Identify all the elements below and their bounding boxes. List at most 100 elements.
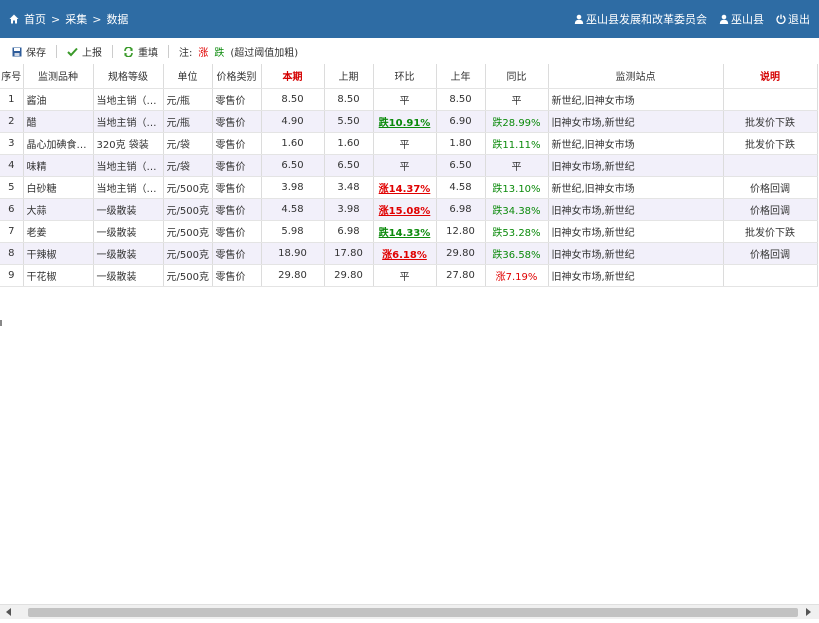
breadcrumb-collect[interactable]: 采集 <box>65 11 87 27</box>
cell-seq[interactable]: 6 <box>0 198 24 221</box>
cell-last-year[interactable]: 4.58 <box>436 176 486 199</box>
cell-spec[interactable]: 当地主销（… <box>93 176 164 199</box>
cell-mom[interactable]: 平 <box>373 154 437 177</box>
cell-note[interactable] <box>723 264 818 287</box>
cell-unit[interactable]: 元/500克 <box>163 176 213 199</box>
cell-seq[interactable]: 9 <box>0 264 24 287</box>
cell-note[interactable]: 批发价下跌 <box>723 220 818 243</box>
cell-unit[interactable]: 元/袋 <box>163 132 213 155</box>
col-header-spec[interactable]: 规格等级 <box>93 64 164 89</box>
cell-yoy[interactable]: 跌28.99% <box>485 110 549 133</box>
col-header-note[interactable]: 说明 <box>723 64 818 89</box>
cell-item[interactable]: 干辣椒 <box>23 242 94 265</box>
col-header-item[interactable]: 监测品种 <box>23 64 94 89</box>
cell-sites[interactable]: 新世纪,旧神女市场 <box>548 132 724 155</box>
cell-previous[interactable]: 5.50 <box>324 110 374 133</box>
scroll-right-arrow-icon[interactable] <box>806 608 811 616</box>
cell-price-type[interactable]: 零售价 <box>212 264 262 287</box>
cell-unit[interactable]: 元/500克 <box>163 264 213 287</box>
cell-current[interactable]: 5.98 <box>261 220 325 243</box>
cell-note[interactable]: 价格回调 <box>723 198 818 221</box>
report-button[interactable]: 上报 <box>63 43 106 61</box>
cell-sites[interactable]: 旧神女市场,新世纪 <box>548 198 724 221</box>
cell-yoy[interactable]: 涨7.19% <box>485 264 549 287</box>
cell-item[interactable]: 酱油 <box>23 88 94 111</box>
cell-yoy[interactable]: 跌53.28% <box>485 220 549 243</box>
cell-spec[interactable]: 一级散装 <box>93 198 164 221</box>
cell-seq[interactable]: 1 <box>0 88 24 111</box>
logout-button[interactable]: 退出 <box>776 11 810 27</box>
cell-price-type[interactable]: 零售价 <box>212 110 262 133</box>
cell-last-year[interactable]: 12.80 <box>436 220 486 243</box>
cell-mom[interactable]: 涨6.18% <box>373 242 437 265</box>
table-row[interactable]: 7 老姜 一级散装 元/500克 零售价 5.98 6.98 跌14.33% 12.80 跌53.… <box>0 220 818 243</box>
cell-spec[interactable]: 当地主销（… <box>93 154 164 177</box>
cell-seq[interactable]: 8 <box>0 242 24 265</box>
cell-note[interactable] <box>723 88 818 111</box>
col-header-last-year[interactable]: 上年 <box>436 64 486 89</box>
cell-sites[interactable]: 旧神女市场,新世纪 <box>548 242 724 265</box>
cell-seq[interactable]: 4 <box>0 154 24 177</box>
col-header-previous[interactable]: 上期 <box>324 64 374 89</box>
cell-mom[interactable]: 跌14.33% <box>373 220 437 243</box>
cell-previous[interactable]: 8.50 <box>324 88 374 111</box>
cell-mom[interactable]: 跌10.91% <box>373 110 437 133</box>
splitter-handle[interactable] <box>0 320 2 326</box>
org-link[interactable]: 巫山县发展和改革委员会 <box>574 11 707 27</box>
horizontal-scrollbar[interactable] <box>0 604 819 619</box>
cell-previous[interactable]: 6.98 <box>324 220 374 243</box>
table-row[interactable]: 3 晶心加碘食… 320克 袋装 元/袋 零售价 1.60 1.60 平 1.80 跌11.11%… <box>0 132 818 155</box>
breadcrumb-home[interactable]: 首页 <box>24 11 46 27</box>
cell-item[interactable]: 大蒜 <box>23 198 94 221</box>
cell-seq[interactable]: 2 <box>0 110 24 133</box>
cell-spec[interactable]: 一级散装 <box>93 242 164 265</box>
cell-previous[interactable]: 17.80 <box>324 242 374 265</box>
cell-current[interactable]: 6.50 <box>261 154 325 177</box>
cell-yoy[interactable]: 跌34.38% <box>485 198 549 221</box>
cell-price-type[interactable]: 零售价 <box>212 220 262 243</box>
cell-seq[interactable]: 5 <box>0 176 24 199</box>
cell-current[interactable]: 1.60 <box>261 132 325 155</box>
cell-spec[interactable]: 320克 袋装 <box>93 132 164 155</box>
cell-note[interactable] <box>723 154 818 177</box>
scroll-left-arrow-icon[interactable] <box>6 608 11 616</box>
table-row[interactable]: 5 白砂糖 当地主销（… 元/500克 零售价 3.98 3.48 涨14.37% 4.58 跌1… <box>0 176 818 199</box>
cell-sites[interactable]: 新世纪,旧神女市场 <box>548 88 724 111</box>
cell-current[interactable]: 4.90 <box>261 110 325 133</box>
cell-last-year[interactable]: 6.50 <box>436 154 486 177</box>
cell-sites[interactable]: 旧神女市场,新世纪 <box>548 110 724 133</box>
cell-current[interactable]: 3.98 <box>261 176 325 199</box>
cell-note[interactable]: 批发价下跌 <box>723 110 818 133</box>
cell-item[interactable]: 白砂糖 <box>23 176 94 199</box>
cell-previous[interactable]: 6.50 <box>324 154 374 177</box>
cell-note[interactable]: 价格回调 <box>723 242 818 265</box>
cell-price-type[interactable]: 零售价 <box>212 176 262 199</box>
cell-price-type[interactable]: 零售价 <box>212 88 262 111</box>
cell-unit[interactable]: 元/瓶 <box>163 110 213 133</box>
col-header-seq[interactable]: 序号 <box>0 64 24 89</box>
cell-mom[interactable]: 平 <box>373 132 437 155</box>
table-row[interactable]: 8 干辣椒 一级散装 元/500克 零售价 18.90 17.80 涨6.18% 29.80 跌3… <box>0 242 818 265</box>
cell-current[interactable]: 8.50 <box>261 88 325 111</box>
cell-seq[interactable]: 3 <box>0 132 24 155</box>
cell-last-year[interactable]: 6.90 <box>436 110 486 133</box>
cell-note[interactable]: 价格回调 <box>723 176 818 199</box>
cell-previous[interactable]: 3.48 <box>324 176 374 199</box>
refill-button[interactable]: 重填 <box>119 43 162 61</box>
cell-item[interactable]: 老姜 <box>23 220 94 243</box>
cell-last-year[interactable]: 29.80 <box>436 242 486 265</box>
cell-unit[interactable]: 元/500克 <box>163 220 213 243</box>
col-header-sites[interactable]: 监测站点 <box>548 64 724 89</box>
cell-spec[interactable]: 当地主销（… <box>93 110 164 133</box>
cell-unit[interactable]: 元/瓶 <box>163 88 213 111</box>
cell-sites[interactable]: 旧神女市场,新世纪 <box>548 264 724 287</box>
cell-sites[interactable]: 旧神女市场,新世纪 <box>548 220 724 243</box>
cell-mom[interactable]: 平 <box>373 88 437 111</box>
scrollbar-thumb[interactable] <box>28 608 798 617</box>
col-header-mom[interactable]: 环比 <box>373 64 437 89</box>
cell-unit[interactable]: 元/袋 <box>163 154 213 177</box>
cell-spec[interactable]: 一级散装 <box>93 264 164 287</box>
cell-seq[interactable]: 7 <box>0 220 24 243</box>
cell-price-type[interactable]: 零售价 <box>212 198 262 221</box>
cell-spec[interactable]: 当地主销（… <box>93 88 164 111</box>
